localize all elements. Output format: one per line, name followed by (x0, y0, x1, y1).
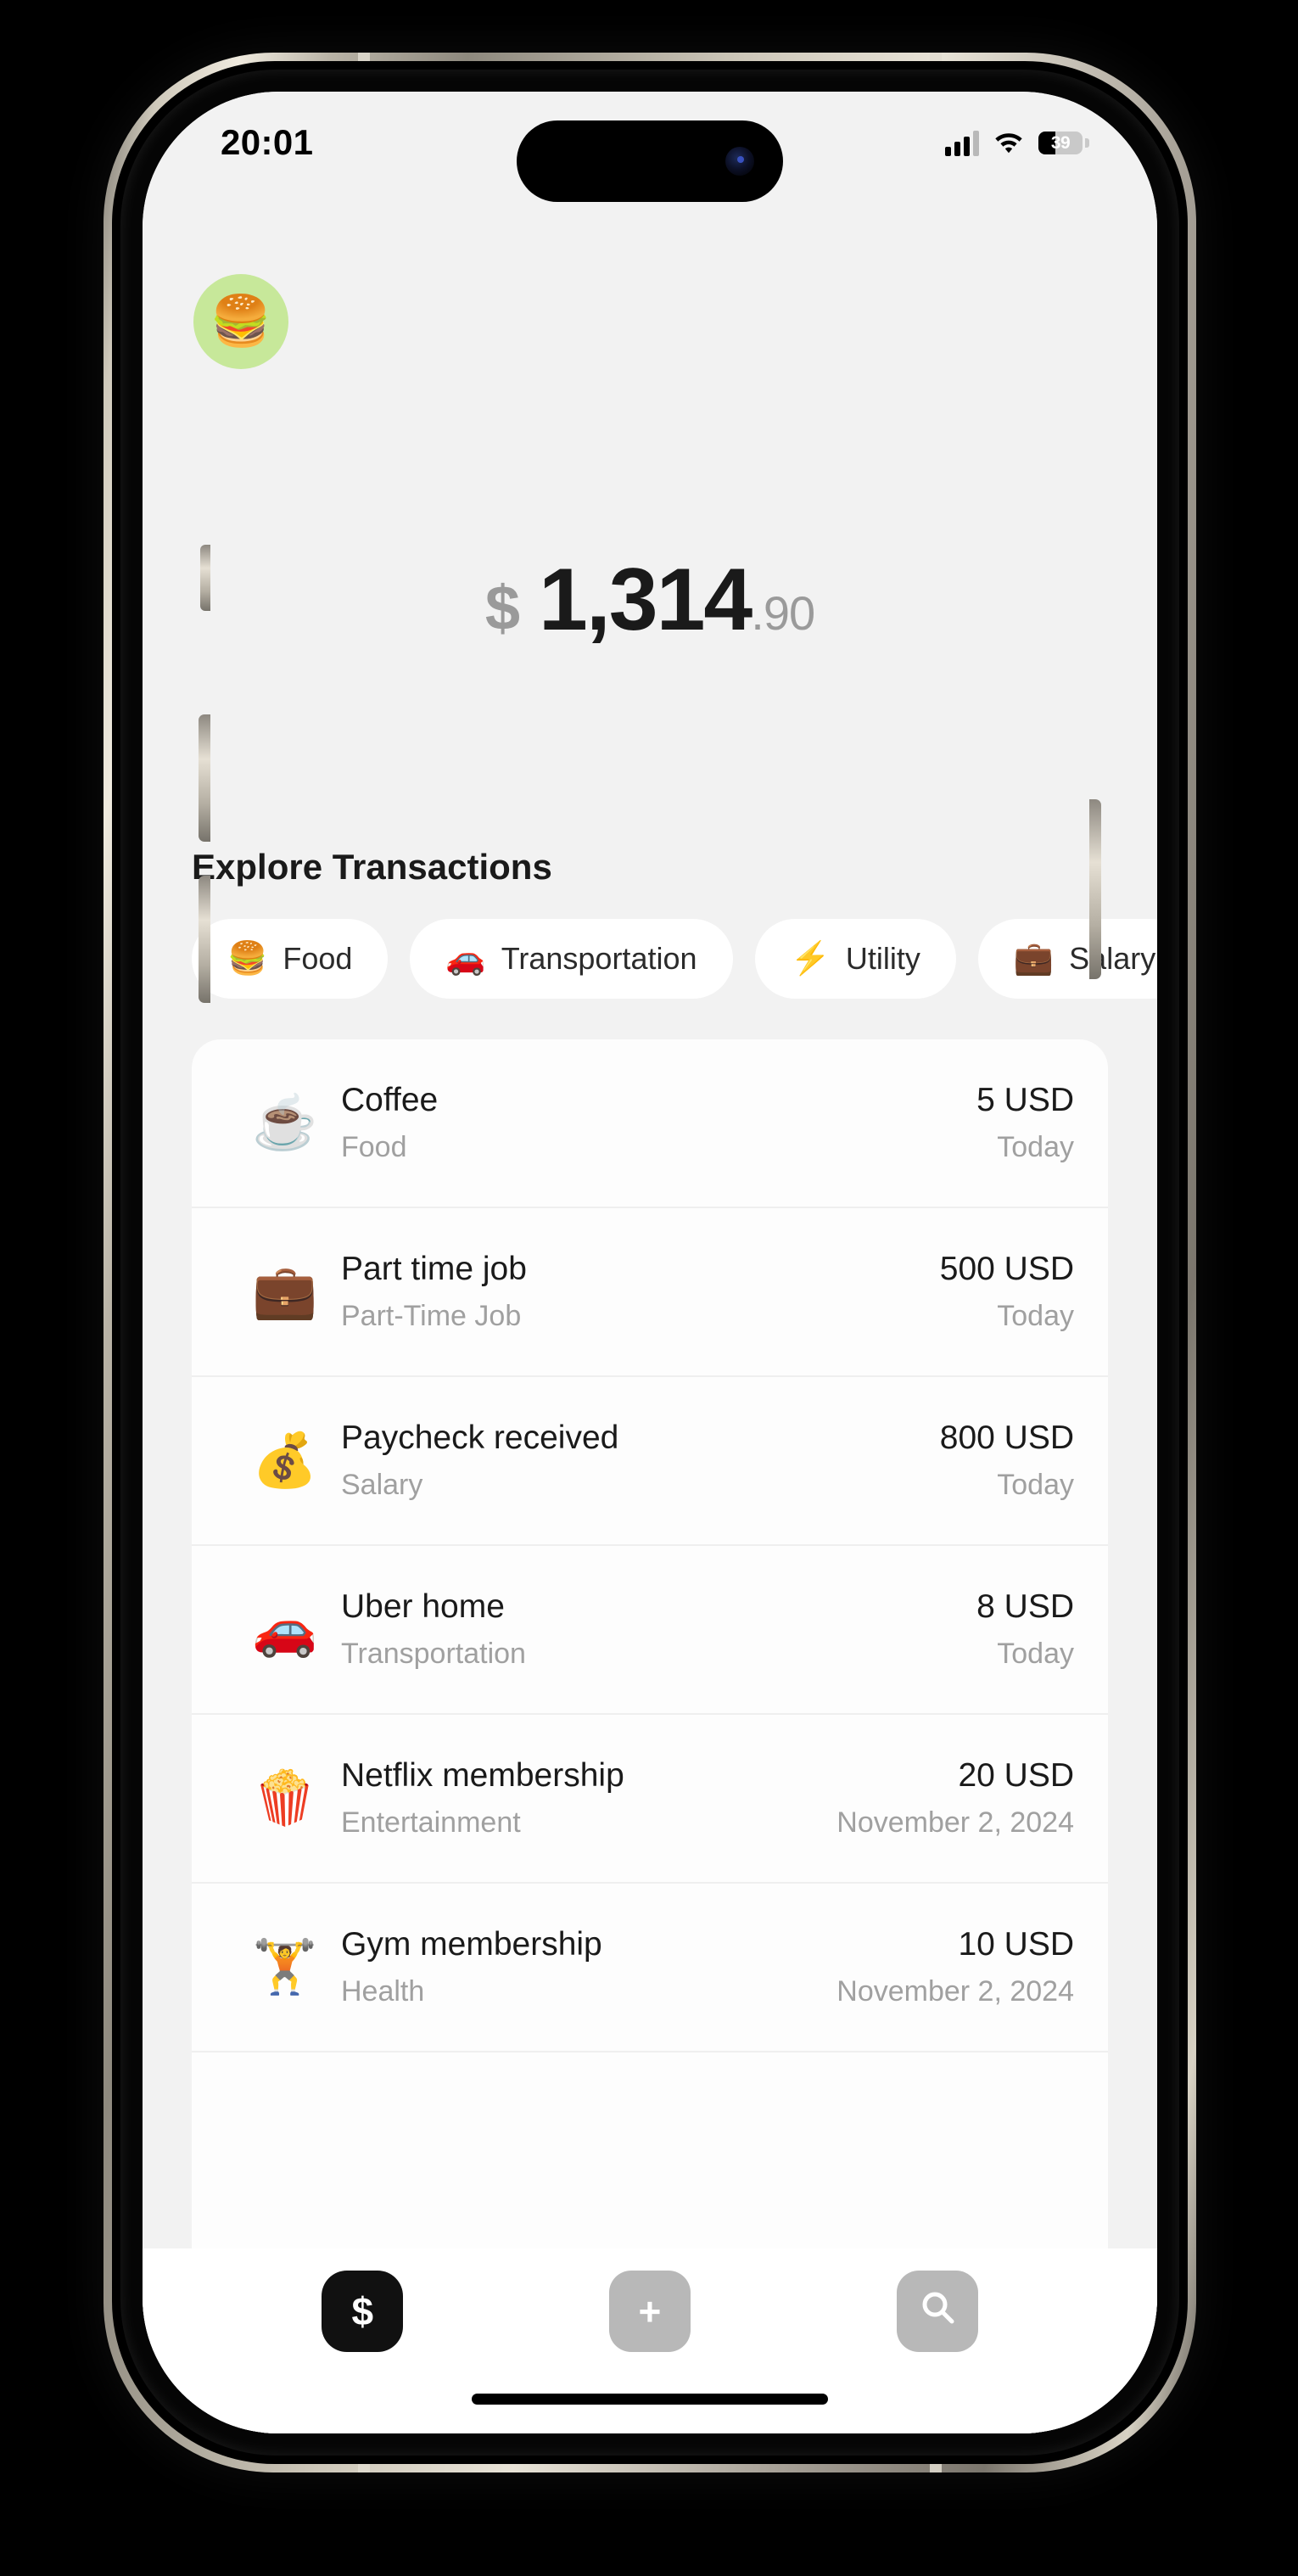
transaction-info: Paycheck received Salary (341, 1420, 940, 1502)
phone-bezel: 20:01 39 🍔 $ 1,314 .90 Explore Transacti… (120, 70, 1179, 2456)
phone-frame: 20:01 39 🍔 $ 1,314 .90 Explore Transacti… (104, 53, 1196, 2472)
avatar[interactable]: 🍔 (193, 274, 288, 369)
balance-decimal: .90 (751, 586, 815, 640)
status-bar-indicators: 39 (945, 129, 1089, 156)
transaction-meta: 20 USD November 2, 2024 (836, 1757, 1074, 1840)
category-chip-label: Food (283, 941, 353, 976)
transaction-info: Part time job Part-Time Job (341, 1251, 940, 1333)
transaction-date: Today (997, 1131, 1074, 1163)
transaction-title: Netflix membership (341, 1757, 624, 1794)
transaction-row[interactable]: 🍿 Netflix membership Entertainment 20 USD No… (192, 1715, 1108, 1884)
battery-icon: 39 (1038, 131, 1089, 154)
transaction-category: Entertainment (341, 1806, 521, 1839)
transaction-date: November 2, 2024 (836, 1806, 1074, 1839)
volume-down-button[interactable] (199, 876, 210, 1003)
transaction-info: Gym membership Health (341, 1926, 836, 2008)
transaction-category: Food (341, 1131, 407, 1163)
category-chip-label: Salary (1069, 941, 1156, 976)
screenshot-stage: 20:01 39 🍔 $ 1,314 .90 Explore Transacti… (0, 0, 1298, 2576)
antenna-line-bottom-left (358, 2463, 370, 2472)
transaction-title: Gym membership (341, 1926, 602, 1963)
balance-display: $ 1,314 .90 (143, 550, 1157, 651)
transaction-list: ☕ Coffee Food 5 USD Today 💼 Part time job Part-… (192, 1039, 1108, 2433)
transaction-date: Today (997, 1300, 1074, 1332)
transaction-amount: 8 USD (976, 1588, 1074, 1625)
transaction-date: Today (997, 1469, 1074, 1501)
transaction-row[interactable]: 💰 Paycheck received Salary 800 USD Today (192, 1377, 1108, 1546)
transaction-category: Salary (341, 1469, 423, 1501)
transaction-date: Today (997, 1638, 1074, 1670)
tab-money[interactable]: $ (322, 2271, 404, 2352)
category-chip-utility[interactable]: ⚡ Utility (754, 919, 956, 999)
transaction-info: Coffee Food (341, 1082, 976, 1164)
dynamic-island (517, 120, 783, 202)
transaction-info: Netflix membership Entertainment (341, 1757, 836, 1840)
category-chip-label: Utility (845, 941, 920, 976)
balance-currency-symbol: $ (484, 573, 521, 643)
category-chip-emoji: 🚗 (445, 941, 486, 977)
tab-add[interactable]: + (608, 2271, 691, 2352)
transaction-emoji: 💼 (252, 1262, 318, 1321)
page-title: Explore Transactions (192, 847, 552, 887)
category-chip-list[interactable]: 🍔 Food 🚗 Transportation ⚡ Utility 💼 Salary (143, 919, 1157, 999)
transaction-amount: 800 USD (939, 1420, 1074, 1456)
transaction-title: Part time job (341, 1251, 527, 1287)
transaction-title: Uber home (341, 1588, 505, 1625)
tab-bar: $ + (143, 2271, 1157, 2352)
home-indicator[interactable] (472, 2394, 828, 2405)
app-root: 20:01 39 🍔 $ 1,314 .90 Explore Transacti… (143, 92, 1157, 2433)
transaction-amount: 10 USD (958, 1926, 1074, 1963)
transaction-emoji: 🚗 (252, 1599, 318, 1659)
transaction-category: Part-Time Job (341, 1300, 522, 1332)
power-button[interactable] (1089, 799, 1101, 979)
transaction-meta: 10 USD November 2, 2024 (836, 1926, 1074, 2008)
cellular-bars-icon (945, 129, 979, 156)
transaction-amount: 5 USD (976, 1082, 1074, 1118)
transaction-meta: 800 USD Today (940, 1420, 1074, 1502)
transaction-row[interactable]: ☕ Coffee Food 5 USD Today (192, 1039, 1108, 1208)
front-camera-icon (725, 147, 754, 176)
transaction-amount: 20 USD (958, 1757, 1074, 1794)
category-chip-food[interactable]: 🍔 Food (192, 919, 389, 999)
tab-money-label: $ (351, 2289, 374, 2333)
transaction-meta: 500 USD Today (940, 1251, 1074, 1333)
transaction-emoji: 🏋️ (252, 1937, 318, 1996)
transaction-category: Transportation (341, 1638, 526, 1670)
transaction-meta: 8 USD Today (976, 1588, 1074, 1671)
antenna-line-bottom-right (930, 2463, 942, 2472)
transaction-row[interactable]: 🚗 Uber home Transportation 8 USD Today (192, 1546, 1108, 1715)
volume-up-button[interactable] (199, 714, 210, 842)
category-chip-emoji: ⚡ (790, 941, 831, 977)
transaction-row[interactable]: 🏋️ Gym membership Health 10 USD November 2, … (192, 1884, 1108, 2052)
phone-mid-frame: 20:01 39 🍔 $ 1,314 .90 Explore Transacti… (112, 61, 1188, 2464)
transaction-info: Uber home Transportation (341, 1588, 976, 1671)
category-chip-salary[interactable]: 💼 Salary (977, 919, 1157, 999)
avatar-emoji: 🍔 (210, 294, 272, 349)
transaction-category: Health (341, 1975, 425, 2008)
transaction-emoji: ☕ (252, 1093, 318, 1152)
wifi-icon (993, 130, 1025, 155)
transaction-amount: 500 USD (939, 1251, 1074, 1287)
transaction-meta: 5 USD Today (976, 1082, 1074, 1164)
transaction-date: November 2, 2024 (836, 1975, 1074, 2008)
category-chip-emoji: 🍔 (227, 941, 268, 977)
transaction-emoji: 💰 (252, 1431, 318, 1490)
transaction-title: Coffee (341, 1082, 439, 1118)
search-icon (919, 2288, 956, 2335)
phone-screen: 20:01 39 🍔 $ 1,314 .90 Explore Transacti… (143, 92, 1157, 2433)
category-chip-emoji: 💼 (1013, 941, 1055, 977)
status-bar-time: 20:01 (221, 122, 314, 162)
transaction-title: Paycheck received (341, 1420, 619, 1456)
tab-add-label: + (638, 2289, 662, 2333)
category-chip-transportation[interactable]: 🚗 Transportation (410, 919, 733, 999)
tab-search[interactable] (896, 2271, 978, 2352)
category-chip-label: Transportation (501, 941, 697, 976)
transaction-emoji: 🍿 (252, 1768, 318, 1828)
battery-level-label: 39 (1050, 132, 1071, 153)
balance-integer: 1,314 (539, 551, 753, 649)
transaction-row[interactable]: 💼 Part time job Part-Time Job 500 USD Today (192, 1208, 1108, 1377)
silent-switch[interactable] (200, 545, 210, 611)
